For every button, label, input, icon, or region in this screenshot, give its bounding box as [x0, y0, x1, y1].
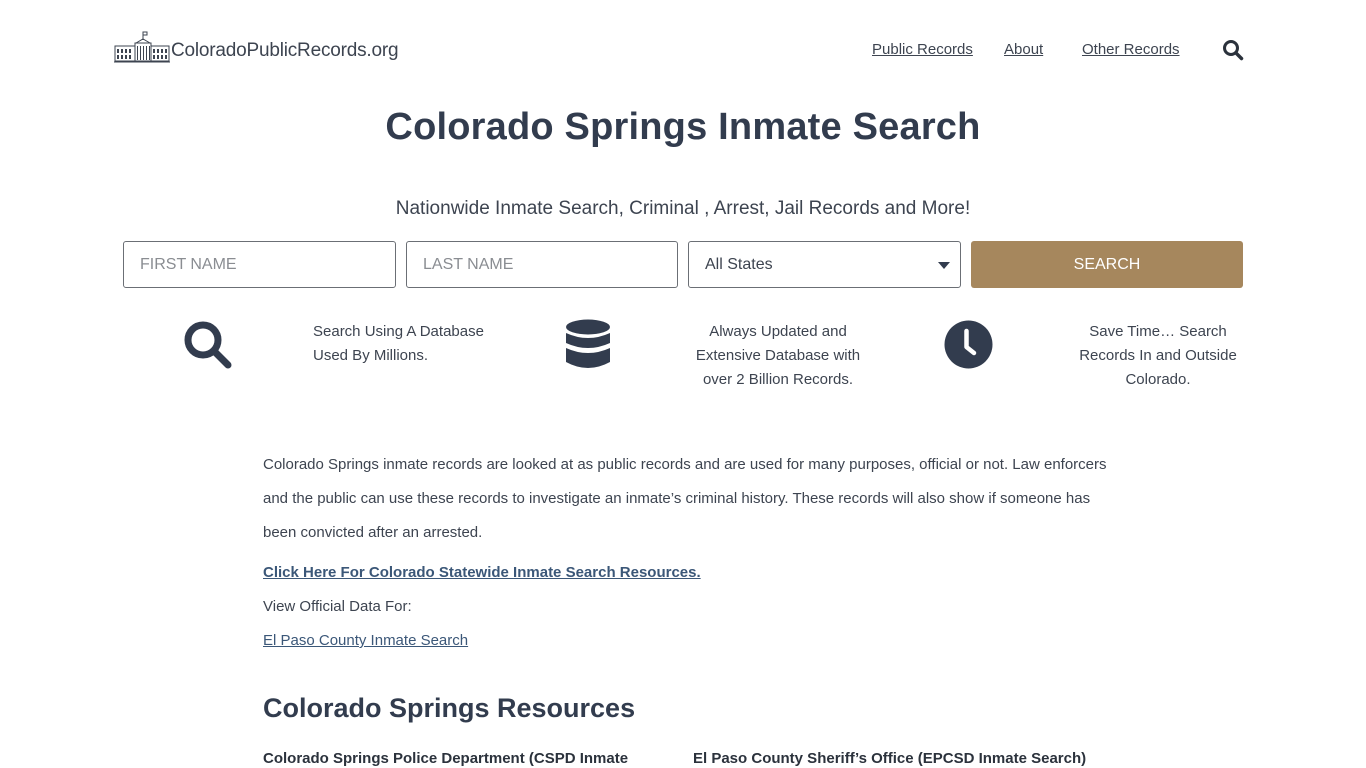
- feature-text-time: Save Time… Search Records In and Outside…: [1079, 323, 1237, 388]
- database-icon: [566, 319, 610, 368]
- site-header: ColoradoPublicRecords.org Public Records…: [0, 0, 1366, 100]
- nav-other-records[interactable]: Other Records: [1082, 41, 1180, 58]
- page-subtitle: Nationwide Inmate Search, Criminal , Arr…: [395, 198, 971, 219]
- main-content: Colorado Springs inmate records are look…: [263, 448, 1113, 767]
- nav-public-records[interactable]: Public Records: [872, 41, 973, 58]
- nav-about[interactable]: About: [1004, 41, 1043, 58]
- capitol-building-icon: [114, 31, 170, 63]
- search-button[interactable]: SEARCH: [971, 241, 1243, 288]
- statewide-resources-link[interactable]: Click Here For Colorado Statewide Inmate…: [263, 564, 701, 581]
- state-select[interactable]: All States: [688, 241, 961, 288]
- intro-paragraph: Colorado Springs inmate records are look…: [263, 456, 1107, 541]
- last-name-input[interactable]: [407, 242, 677, 287]
- resources-section-title: Colorado Springs Resources: [263, 693, 636, 723]
- site-logo[interactable]: ColoradoPublicRecords.org: [114, 31, 399, 63]
- first-name-input[interactable]: [124, 242, 395, 287]
- feature-text-search: Search Using A Database Used By Millions…: [313, 323, 484, 364]
- caret-down-icon: [938, 262, 950, 269]
- official-data-label: View Official Data For:: [263, 598, 412, 615]
- resource-title-cspd: Colorado Springs Police Department (CSPD…: [263, 750, 629, 767]
- first-name-field: [123, 241, 396, 288]
- page-title: Colorado Springs Inmate Search: [385, 106, 981, 148]
- logo-text: ColoradoPublicRecords.org: [171, 40, 399, 61]
- feature-text-database: Always Updated and Extensive Database wi…: [695, 323, 861, 388]
- state-select-value: All States: [705, 255, 773, 273]
- search-icon[interactable]: [1222, 39, 1244, 61]
- el-paso-county-link[interactable]: El Paso County Inmate Search: [263, 632, 468, 649]
- resource-title-epcsd: El Paso County Sheriff’s Office (EPCSD I…: [693, 750, 1087, 767]
- last-name-field: [406, 241, 678, 288]
- search-icon: [184, 321, 232, 369]
- clock-icon: [944, 320, 993, 369]
